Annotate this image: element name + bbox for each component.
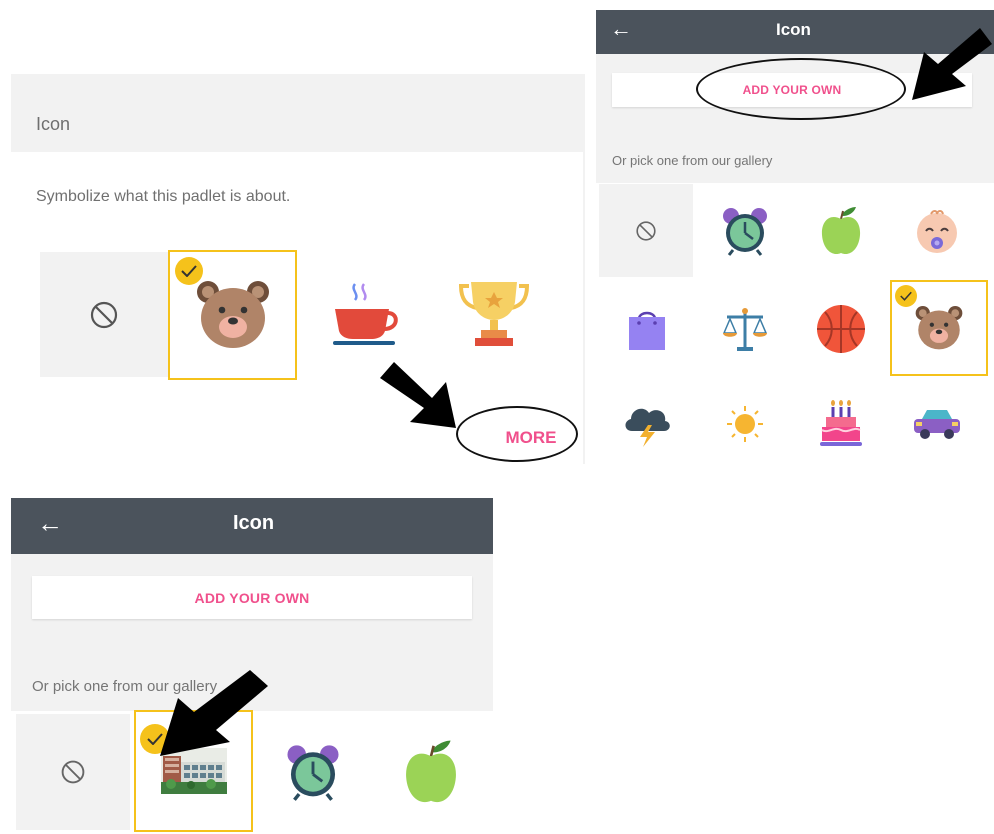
icon-option-apple[interactable] (794, 184, 888, 277)
none-icon (636, 220, 656, 241)
none-icon (90, 301, 118, 328)
icon-option-basketball[interactable] (794, 282, 888, 376)
section-header: Icon (11, 74, 585, 152)
screen-title: Icon (233, 512, 275, 534)
icon-option-none[interactable] (599, 184, 693, 277)
icon-option-trophy[interactable] (439, 264, 549, 364)
section-title: Icon (36, 114, 71, 134)
bear-icon (915, 305, 963, 350)
sun-icon (727, 406, 763, 442)
apple-icon (821, 206, 861, 254)
icon-option-car[interactable] (890, 384, 984, 464)
icon-option-bear-selected[interactable] (890, 280, 988, 376)
more-button[interactable]: MORE (500, 426, 562, 450)
section-description: Symbolize what this padlet is about. (36, 188, 291, 205)
scales-icon (723, 308, 767, 351)
icon-option-storm-cloud[interactable] (602, 384, 692, 464)
top-bar: ← Icon (11, 498, 493, 554)
callout-arrow-add (912, 28, 992, 100)
coffee-cup-icon (333, 283, 398, 345)
basketball-icon (817, 305, 865, 353)
selected-check-icon (895, 285, 917, 307)
none-icon (61, 760, 85, 784)
car-icon (914, 410, 960, 439)
apple-icon (406, 740, 456, 803)
callout-arrow-custom (160, 670, 268, 756)
bear-icon (196, 281, 269, 348)
shopping-bag-icon (629, 311, 665, 350)
icon-option-none[interactable] (16, 714, 130, 830)
back-arrow-icon[interactable]: ← (610, 16, 632, 42)
add-your-own-button[interactable]: ADD YOUR OWN (32, 576, 472, 619)
icon-settings-section: Icon Symbolize what this padlet is about… (11, 74, 585, 464)
icon-option-none[interactable] (40, 252, 168, 377)
icon-option-coffee[interactable] (311, 264, 421, 364)
icon-picker-screen-custom: ← Icon ADD YOUR OWN Or pick one from our… (11, 498, 493, 834)
storm-cloud-icon (625, 408, 670, 447)
trophy-icon (459, 282, 529, 346)
alarm-clock-icon (723, 207, 767, 256)
selected-check-icon (175, 257, 203, 285)
baby-icon (917, 209, 957, 253)
icon-option-baby[interactable] (890, 184, 984, 277)
screen-title: Icon (776, 20, 811, 39)
gallery-label: Or pick one from our gallery (612, 153, 773, 168)
birthday-cake-icon (820, 400, 862, 446)
icon-option-scales[interactable] (698, 282, 792, 376)
back-arrow-icon[interactable]: ← (37, 508, 63, 539)
icon-option-bear-selected[interactable] (168, 250, 297, 380)
callout-arrow-more (380, 362, 456, 428)
alarm-clock-icon (287, 745, 339, 801)
icon-option-apple[interactable] (374, 714, 488, 830)
icon-option-birthday-cake[interactable] (794, 384, 888, 464)
icon-option-shopping-bag[interactable] (602, 282, 692, 376)
icon-option-sun[interactable] (698, 384, 792, 464)
icon-option-alarm-clock[interactable] (698, 184, 792, 277)
